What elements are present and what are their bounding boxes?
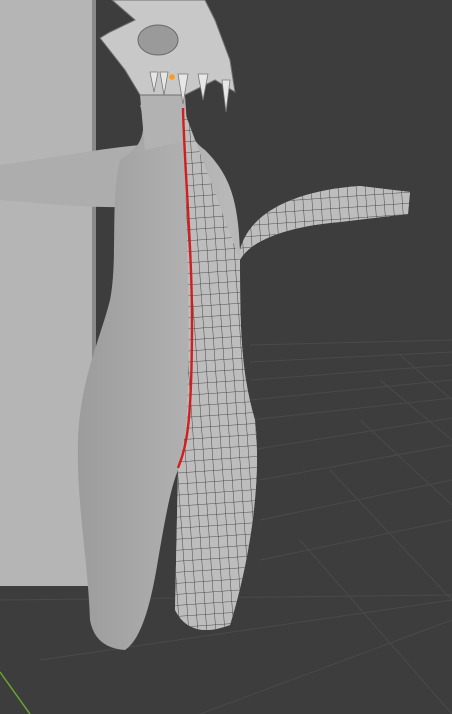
- viewport-canvas[interactable]: [0, 0, 452, 714]
- origin-dot-icon[interactable]: [169, 74, 175, 80]
- skull-head[interactable]: [99, 0, 236, 113]
- y-axis-line: [0, 671, 31, 714]
- 3d-viewport[interactable]: [0, 0, 452, 714]
- wireframe-overlay: [175, 105, 410, 630]
